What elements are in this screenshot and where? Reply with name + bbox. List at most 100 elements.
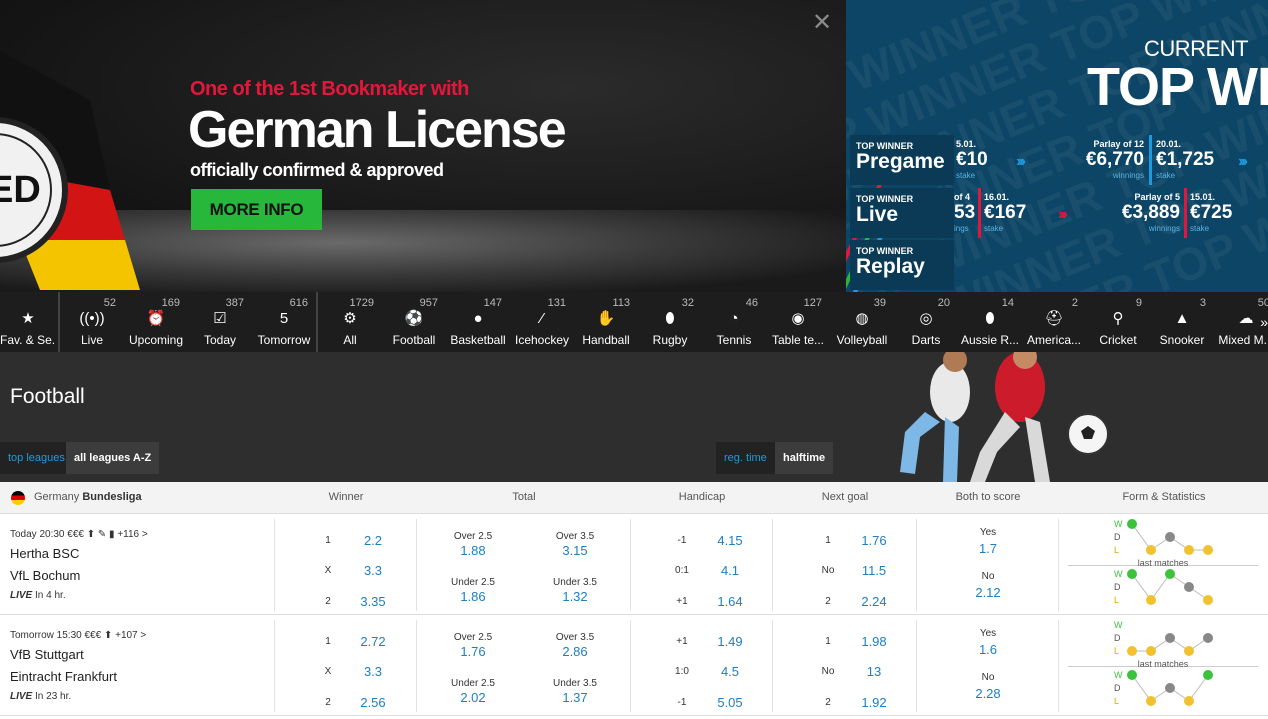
top-winner-live-row[interactable]: TOP WINNER Live of 4 53 ings 16.01. €167 sta… [846,188,1268,240]
sidebar-item-live[interactable]: 52 ((•)) Live [60,292,124,352]
live-info: LIVE In 23 hr. [10,691,71,702]
sidebar-item-tomorrow[interactable]: 616 5 Tomorrow [252,292,316,352]
handicap-odd-button[interactable]: 4.5 [706,664,754,679]
sidebar-item-cricket[interactable]: 9 ⚲ Cricket [1086,292,1150,352]
sidebar-item-rugby[interactable]: 32 ⬮ Rugby [638,292,702,352]
sidebar-item-upcoming[interactable]: 169 ⏰ Upcoming [124,292,188,352]
home-team[interactable]: VfB Stuttgart [10,647,84,662]
total-odd-button[interactable]: 3.15 [530,543,620,558]
match-meta[interactable]: Today 20:30 €€€ ⬆ ✎ ▮ +116 > [10,529,148,540]
winner-odd-button[interactable]: 3.35 [350,594,396,609]
table-row[interactable]: Tomorrow 15:30 €€€ ⬆ +107 > VfB Stuttgart… [0,616,1268,716]
sidebar-item-handball[interactable]: 113 ✋ Handball [574,292,638,352]
total-odd-button[interactable]: 2.02 [428,690,518,705]
form-point [1165,532,1175,542]
live-icon: ((•)) [79,310,105,327]
table-row[interactable]: Today 20:30 €€€ ⬆ ✎ ▮ +116 > Hertha BSC Vf… [0,515,1268,615]
aussie-rules-icon: ⬮ [985,310,995,327]
tennis-icon: ◔ [729,310,739,327]
total-odd-button[interactable]: 1.88 [428,543,518,558]
volleyball-icon: ◍ [855,310,869,327]
league-name[interactable]: Germany Bundesliga [34,491,142,503]
handicap-odd-button[interactable]: 5.05 [706,695,754,710]
winner-odd-button[interactable]: 2.2 [350,533,396,548]
tab-reg-time[interactable]: reg. time [716,442,775,474]
live-info: LIVE In 4 hr. [10,590,66,601]
total-odd-button[interactable]: 1.76 [428,644,518,659]
column-divider [772,519,773,611]
tw-cell: 15.01. €725 stake [1190,192,1233,233]
total-odd-button[interactable]: 1.37 [530,690,620,705]
top-winner-replay-row[interactable]: TOP WINNER Replay [846,240,1268,292]
sidebar-item-icehockey[interactable]: 131 ⁄ Icehockey [510,292,574,352]
sports-nav: » ★ Fav. & Se... 52 ((•)) Live 169 ⏰ Upcoming 38… [0,292,1268,352]
both-score-odd-button[interactable]: 2.12 [960,585,1016,600]
tab-halftime[interactable]: halftime [775,442,834,474]
winner-odd-button[interactable]: 3.3 [350,664,396,679]
both-score-odd-button[interactable]: 2.28 [960,686,1016,701]
top-winner-pregame-row[interactable]: TOP WINNER Pregame 5.01. €10 stake ››› Par… [846,135,1268,187]
sidebar-item-tennis[interactable]: 46 ◔ Tennis [702,292,766,352]
both-score-odd-button[interactable]: 1.7 [960,541,1016,556]
form-statistics[interactable]: last matches W D L W D L [1068,616,1258,716]
sidebar-item-volleyball[interactable]: 39 ◍ Volleyball [830,292,894,352]
sidebar-item-mixed-martial-arts[interactable]: 50☁ Mixed M... [1214,292,1268,352]
column-divider [416,519,417,611]
sidebar-item-aussie-rules[interactable]: 14 ⬮ Aussie R... [958,292,1022,352]
nav-label: Fav. & Se... [0,333,56,347]
away-team[interactable]: VfL Bochum [10,568,80,583]
form-point [1203,633,1213,643]
sidebar-item-fav-search[interactable]: ★ Fav. & Se... [0,292,56,352]
home-team[interactable]: Hertha BSC [10,546,79,561]
top-winner-panel[interactable]: TOP WINNER TOP WINNER TOP WINNERTOP WINN… [846,0,1268,292]
winner-odd-button[interactable]: 3.3 [350,563,396,578]
sidebar-item-today[interactable]: 387 ☑ Today [188,292,252,352]
total-odd-button[interactable]: 2.86 [530,644,620,659]
tw-cell: Parlay of 5 €3,889 winnings [1121,192,1180,233]
promo-tagline: One of the 1st Bookmaker with [190,78,469,100]
promo-banner[interactable]: ED One of the 1st Bookmaker with German … [0,0,1268,292]
more-info-button[interactable]: MORE INFO [191,189,322,230]
sidebar-item-football[interactable]: 957 ⚽ Football [382,292,446,352]
sidebar-item-darts[interactable]: 20 ◎ Darts [894,292,958,352]
winner-odd-button[interactable]: 2.72 [350,634,396,649]
sidebar-item-american-football[interactable]: 2 ⛑ America... [1022,292,1086,352]
handicap-odd-button[interactable]: 4.1 [706,563,754,578]
german-flag-graphic: ED [0,50,140,290]
winner-odd-button[interactable]: 2.56 [350,695,396,710]
next-goal-odd-button[interactable]: 1.98 [850,634,898,649]
tw-divider [978,188,981,238]
total-odd-button[interactable]: 1.86 [428,589,518,604]
total-key: Under 2.5 [451,678,495,689]
sidebar-item-table-tennis[interactable]: 127 ◉ Table te... [766,292,830,352]
handicap-odd-button[interactable]: 1.49 [706,634,754,649]
tab-all-leagues[interactable]: all leagues A-Z [66,442,160,474]
handicap-key: -1 [677,535,687,546]
sidebar-item-all[interactable]: 1729 ⚙ All [318,292,382,352]
both-score-key: Yes [979,527,997,538]
both-score-odd-button[interactable]: 1.6 [960,642,1016,657]
tab-top-leagues[interactable]: top leagues [0,442,73,474]
total-odd-button[interactable]: 1.32 [530,589,620,604]
next-goal-odd-button[interactable]: 1.76 [850,533,898,548]
match-meta[interactable]: Tomorrow 15:30 €€€ ⬆ +107 > [10,630,146,641]
winner-key: 1 [325,636,331,647]
close-icon[interactable]: ✕ [811,11,833,35]
total-key: Under 2.5 [451,577,495,588]
sidebar-item-snooker[interactable]: 3 ▲ Snooker [1150,292,1214,352]
away-team[interactable]: Eintracht Frankfurt [10,669,117,684]
next-goal-odd-button[interactable]: 2.24 [850,594,898,609]
handicap-odd-button[interactable]: 4.15 [706,533,754,548]
handicap-odd-button[interactable]: 1.64 [706,594,754,609]
cricket-icon: ⚲ [1112,310,1124,327]
form-letter: D [1114,633,1121,643]
column-divider [916,519,917,611]
sidebar-item-basketball[interactable]: 147 ● Basketball [446,292,510,352]
nav-count: 169 [161,297,180,309]
nav-count: 127 [803,297,822,309]
next-goal-odd-button[interactable]: 1.92 [850,695,898,710]
next-goal-odd-button[interactable]: 11.5 [850,563,898,578]
next-goal-odd-button[interactable]: 13 [850,664,898,679]
form-statistics[interactable]: last matches W D L W D L [1068,515,1258,615]
nav-count: 147 [483,297,502,309]
